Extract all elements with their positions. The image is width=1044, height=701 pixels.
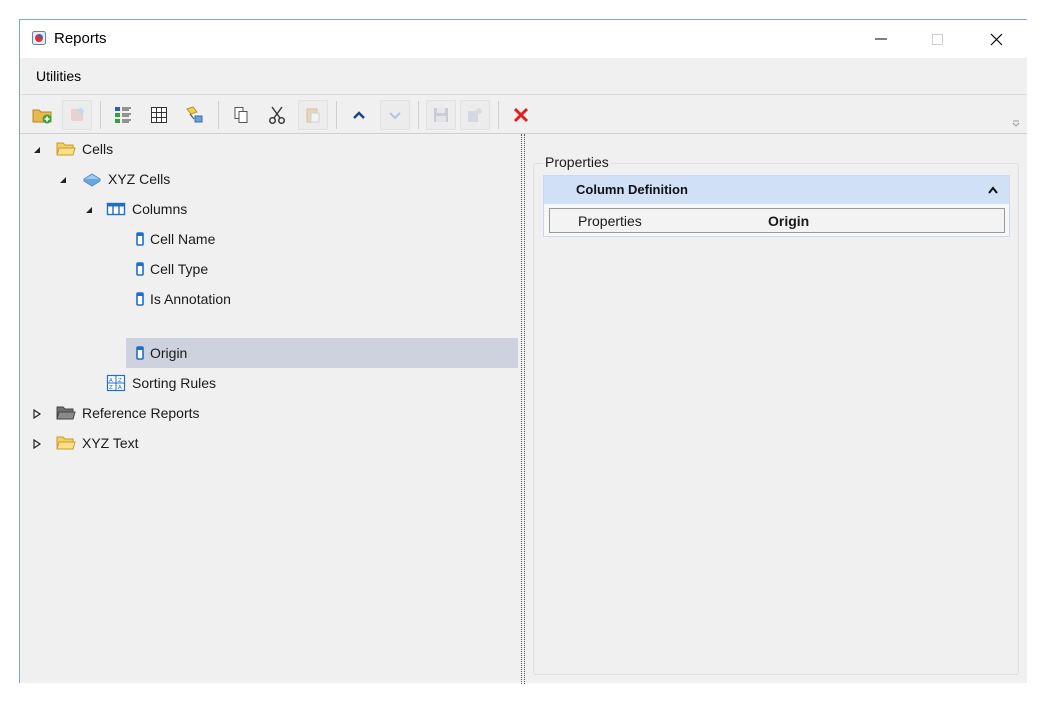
tree-node-label: XYZ Text (82, 435, 139, 451)
save-icon (434, 108, 448, 122)
move-up-icon (353, 111, 365, 119)
paste-button[interactable] (298, 100, 328, 130)
tree-node-reference-reports[interactable]: Reference Reports (56, 398, 200, 428)
open-folder-icon (56, 436, 76, 450)
cut-button[interactable] (262, 100, 292, 130)
column-definition-header[interactable]: Column Definition (544, 176, 1009, 204)
collapse-arrow-icon[interactable] (32, 145, 42, 155)
svg-text:Z: Z (118, 378, 122, 384)
expand-arrow-icon[interactable] (32, 439, 42, 449)
export-button[interactable] (460, 100, 490, 130)
tree-node-origin[interactable]: Origin (136, 338, 187, 368)
property-name: Properties (578, 213, 642, 229)
tree-node-is-annotation[interactable]: Is Annotation (136, 284, 231, 314)
tree-node-label: Cell Type (150, 261, 209, 277)
toolbar-overflow-icon[interactable] (1011, 119, 1021, 127)
copy-button[interactable] (226, 100, 256, 130)
collapse-arrow-icon[interactable] (84, 205, 94, 215)
title-bar[interactable]: Reports (20, 20, 1027, 58)
window-title: Reports (54, 30, 107, 47)
tree-node-label: Sorting Rules (132, 375, 217, 391)
chevron-up-icon[interactable] (987, 185, 999, 195)
toolbar-separator (498, 101, 499, 129)
tree-node-label: Cells (82, 141, 114, 157)
column-icon (136, 262, 144, 276)
cut-icon (269, 106, 285, 124)
new-folder-icon (32, 109, 52, 124)
expand-arrow-icon[interactable] (32, 409, 42, 419)
tree-node-label: Columns (132, 201, 188, 217)
close-window-button[interactable] (973, 20, 1019, 58)
toolbar (20, 94, 1027, 134)
export-icon (468, 108, 482, 122)
move-down-icon (389, 112, 401, 120)
tree-node-sorting-rules[interactable]: A Z Z A Sorting Rules (106, 368, 216, 398)
toolbar-separator (218, 101, 219, 129)
sorting-icon (186, 106, 203, 123)
copy-icon (234, 107, 248, 123)
save-button[interactable] (426, 100, 456, 130)
column-icon (136, 292, 144, 306)
menu-utilities[interactable]: Utilities (36, 68, 81, 84)
menu-bar: Utilities (20, 58, 1027, 93)
delete-icon (513, 107, 529, 123)
open-folder-icon (56, 142, 76, 156)
new-report-button[interactable] (62, 100, 92, 130)
columns-icon (106, 202, 126, 216)
move-up-button[interactable] (344, 100, 374, 130)
properties-caption: Properties (543, 154, 611, 170)
tree-node-cell-type[interactable]: Cell Type (136, 254, 208, 284)
minimize-button[interactable] (858, 20, 904, 58)
svg-text:Z: Z (109, 385, 113, 391)
reference-folder-icon (56, 406, 76, 420)
minimize-icon (875, 38, 887, 40)
tree-node-cells[interactable]: Cells (56, 134, 113, 164)
sorting-button[interactable] (180, 100, 210, 130)
tree-node-xyz-cells[interactable]: XYZ Cells (82, 164, 170, 194)
delete-button[interactable] (506, 100, 536, 130)
new-report-icon (71, 108, 84, 121)
paste-icon (306, 108, 320, 123)
tree-node-label: Is Annotation (150, 291, 231, 307)
table-button[interactable] (144, 100, 174, 130)
column-icon (136, 346, 144, 360)
pane-splitter[interactable] (521, 134, 525, 684)
svg-text:A: A (109, 378, 113, 384)
sorting-rules-icon: A Z Z A (106, 374, 126, 392)
tree-node-label: Cell Name (150, 231, 216, 247)
toolbar-separator (418, 101, 419, 129)
column-icon (136, 232, 144, 246)
table-icon (151, 107, 167, 123)
cell-report-icon (83, 173, 101, 187)
reports-app-icon (32, 31, 46, 45)
svg-text:A: A (118, 385, 122, 391)
tree-node-label: XYZ Cells (108, 171, 171, 187)
group-title: Column Definition (576, 182, 688, 197)
collapse-arrow-icon[interactable] (58, 175, 68, 185)
column-definition-icon (115, 107, 131, 123)
properties-panel (533, 163, 1019, 675)
toolbar-separator (100, 101, 101, 129)
tree-node-cell-name[interactable]: Cell Name (136, 224, 215, 254)
tree-node-label: Origin (150, 345, 188, 361)
report-tree: Cells XYZ Cells Columns Cell Name Cell T… (20, 134, 521, 684)
property-row-properties[interactable]: Properties Origin (549, 208, 1005, 233)
column-definition-button[interactable] (108, 100, 138, 130)
tree-node-label: Reference Reports (82, 405, 200, 421)
new-folder-button[interactable] (28, 100, 58, 130)
maximize-button[interactable] (914, 20, 960, 58)
column-definition-group: Column Definition Properties Origin (543, 175, 1010, 237)
move-down-button[interactable] (380, 100, 410, 130)
tree-node-columns[interactable]: Columns (106, 194, 187, 224)
close-icon (990, 33, 1002, 45)
reports-window: Reports Utilities Cells XYZ Cells Column… (19, 19, 1027, 684)
toolbar-separator (336, 101, 337, 129)
tree-node-xyz-text[interactable]: XYZ Text (56, 428, 139, 458)
maximize-icon (931, 33, 943, 45)
property-value[interactable]: Origin (768, 213, 809, 229)
